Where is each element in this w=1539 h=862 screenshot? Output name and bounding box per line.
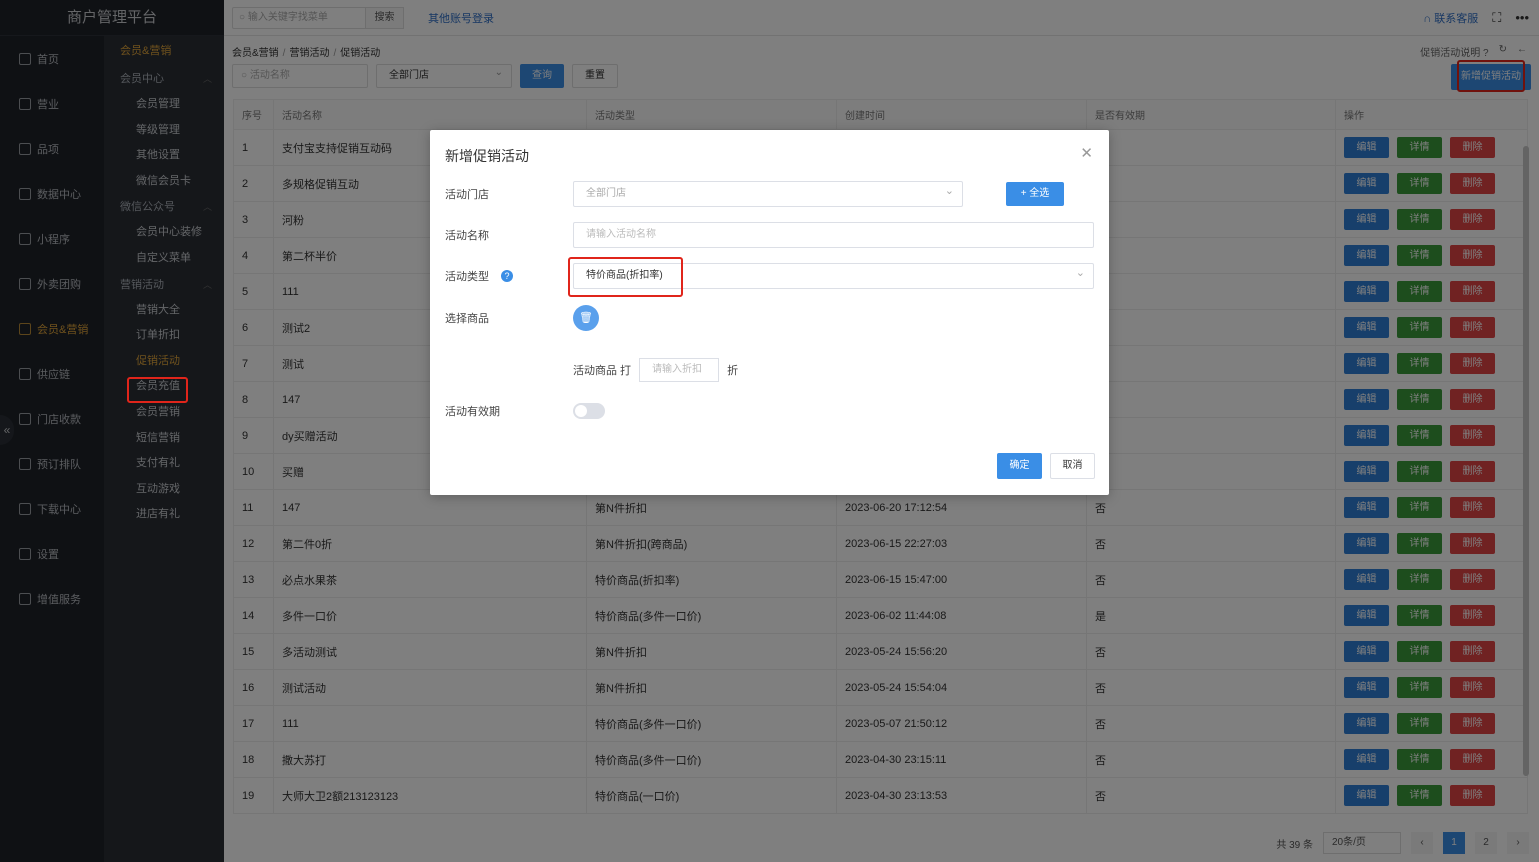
activity-name-input[interactable]: 请输入活动名称 [573,222,1094,248]
type-label: 活动类型 [445,271,489,283]
confirm-button[interactable]: 确定 [997,453,1042,479]
discount-prefix: 活动商品 打 [573,365,632,377]
store-label: 活动门店 [445,189,489,201]
highlight-box [568,257,683,297]
close-icon[interactable]: ✕ [1080,144,1093,162]
valid-label: 活动有效期 [445,406,500,418]
select-all-button[interactable]: + 全选 [1006,182,1064,206]
highlight-box [127,377,188,403]
add-promotion-dialog: 新增促销活动 ✕ 活动门店 全部门店 + 全选 活动名称 请输入活动名称 活动类… [430,130,1109,495]
discount-input[interactable]: 请输入折扣 [639,358,720,382]
trash-icon[interactable]: 🗑 [573,305,599,331]
validity-toggle[interactable] [573,403,605,419]
dialog-title: 新增促销活动 [445,148,529,164]
name-label: 活动名称 [445,230,489,242]
store-select[interactable]: 全部门店 [573,179,963,207]
goods-label: 选择商品 [445,313,489,325]
cancel-button[interactable]: 取消 [1050,453,1095,479]
help-icon[interactable]: ? [501,270,513,282]
discount-suffix: 折 [727,365,739,377]
